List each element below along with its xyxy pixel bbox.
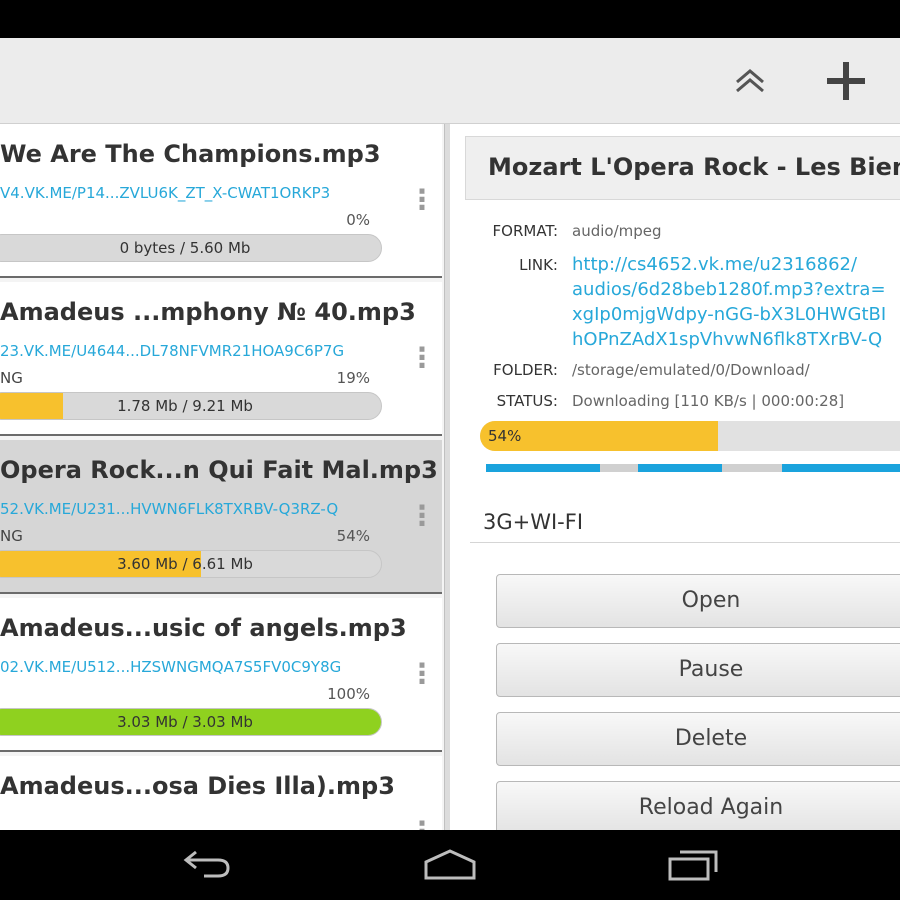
item-percent: 0% [346,211,370,229]
detail-title: Mozart L'Opera Rock - Les Bien Qu [488,153,900,181]
segment-active [486,464,600,472]
folder-label: FOLDER: [493,361,558,379]
detail-progress-bar: 54% [480,421,900,451]
back-icon[interactable] [180,846,234,886]
link-line-3[interactable]: xgIp0mjgWdpy-nGG-bX3L0HWGtBI [572,302,886,327]
network-type: 3G+WI-FI [483,510,584,534]
overflow-menu-icon[interactable]: ⋮ [408,812,436,830]
recents-icon[interactable] [666,846,722,886]
item-progress-bar: 0 bytes / 5.60 Mb [0,234,382,262]
overflow-menu-icon[interactable]: ⋮ [408,654,436,694]
link-label: LINK: [519,256,558,274]
open-button[interactable]: Open [496,574,900,628]
item-title: We Are The Champions.mp3 [0,140,381,168]
status-bar [0,0,900,38]
delete-button[interactable]: Delete [496,712,900,766]
format-value: audio/mpeg [572,222,662,240]
item-title: Amadeus...osa Dies Illa).mp3 [0,772,395,800]
item-percent: 54% [336,527,370,545]
action-bar [0,38,900,124]
item-title: Amadeus...usic of angels.mp3 [0,614,407,642]
item-percent: 19% [336,369,370,387]
reload-again-button[interactable]: Reload Again [496,781,900,830]
link-line-4[interactable]: hOPnZAdX1spVhvwN6flk8TXrBV-Q [572,327,882,352]
home-icon[interactable] [420,846,480,886]
status-value: Downloading [110 KB/s | 000:00:28] [572,392,845,410]
item-progress-bar: 3.03 Mb / 3.03 Mb [0,708,382,736]
item-percent: 100% [327,685,370,703]
item-status: NG [0,527,23,545]
download-item[interactable]: Amadeus ...mphony № 40.mp3 23.VK.ME/U464… [0,282,442,436]
item-size-text: 0 bytes / 5.60 Mb [119,239,251,257]
detail-header: Mozart L'Opera Rock - Les Bien Qu [465,136,900,200]
segment-pending [600,464,638,472]
detail-progress-text: 54% [488,427,522,445]
plus-icon[interactable] [818,38,874,124]
link-line-1[interactable]: http://cs4652.vk.me/u2316862/ [572,252,857,277]
item-size-text: 1.78 Mb / 9.21 Mb [117,397,253,415]
download-segments [486,464,900,472]
overflow-menu-icon[interactable]: ⋮ [408,496,436,536]
item-link: 52.VK.ME/U231...HVWN6FLK8TXRBV-Q3RZ-Q [0,500,339,518]
overflow-menu-icon[interactable]: ⋮ [408,338,436,378]
download-item[interactable]: Amadeus...osa Dies Illa).mp3 ⋮ [0,756,442,830]
item-title: Opera Rock...n Qui Fait Mal.mp3 [0,456,438,484]
content-area: We Are The Champions.mp3 V4.VK.ME/P14...… [0,124,900,830]
download-item[interactable]: We Are The Champions.mp3 V4.VK.ME/P14...… [0,124,442,278]
item-progress-bar: 3.60 Mb / 6.61 Mb [0,550,382,578]
overflow-menu-icon[interactable]: ⋮ [408,180,436,220]
link-line-2[interactable]: audios/6d28beb1280f.mp3?extra= [572,277,886,302]
status-label: STATUS: [496,392,558,410]
format-label: FORMAT: [492,222,558,240]
segment-active [638,464,722,472]
collapse-up-icon[interactable] [730,38,770,124]
detail-panel: Mozart L'Opera Rock - Les Bien Qu FORMAT… [450,124,900,830]
download-item[interactable]: Amadeus...usic of angels.mp3 02.VK.ME/U5… [0,598,442,752]
item-size-text: 3.60 Mb / 6.61 Mb [117,555,253,573]
item-link: 02.VK.ME/U512...HZSWNGMQA7S5FV0C9Y8G [0,658,342,676]
download-item[interactable]: Opera Rock...n Qui Fait Mal.mp3 52.VK.ME… [0,440,442,594]
navigation-bar [0,830,900,900]
separator [470,542,900,543]
folder-value: /storage/emulated/0/Download/ [572,361,810,379]
item-size-text: 3.03 Mb / 3.03 Mb [117,713,253,731]
item-link: V4.VK.ME/P14...ZVLU6K_ZT_X-CWAT1ORKP3 [0,184,331,202]
pause-button[interactable]: Pause [496,643,900,697]
item-progress-bar: 1.78 Mb / 9.21 Mb [0,392,382,420]
segment-pending [722,464,782,472]
segment-active [782,464,900,472]
item-status: NG [0,369,23,387]
item-link: 23.VK.ME/U4644...DL78NFVMR21HOA9C6P7G [0,342,345,360]
download-list: We Are The Champions.mp3 V4.VK.ME/P14...… [0,124,444,830]
item-title: Amadeus ...mphony № 40.mp3 [0,298,416,326]
